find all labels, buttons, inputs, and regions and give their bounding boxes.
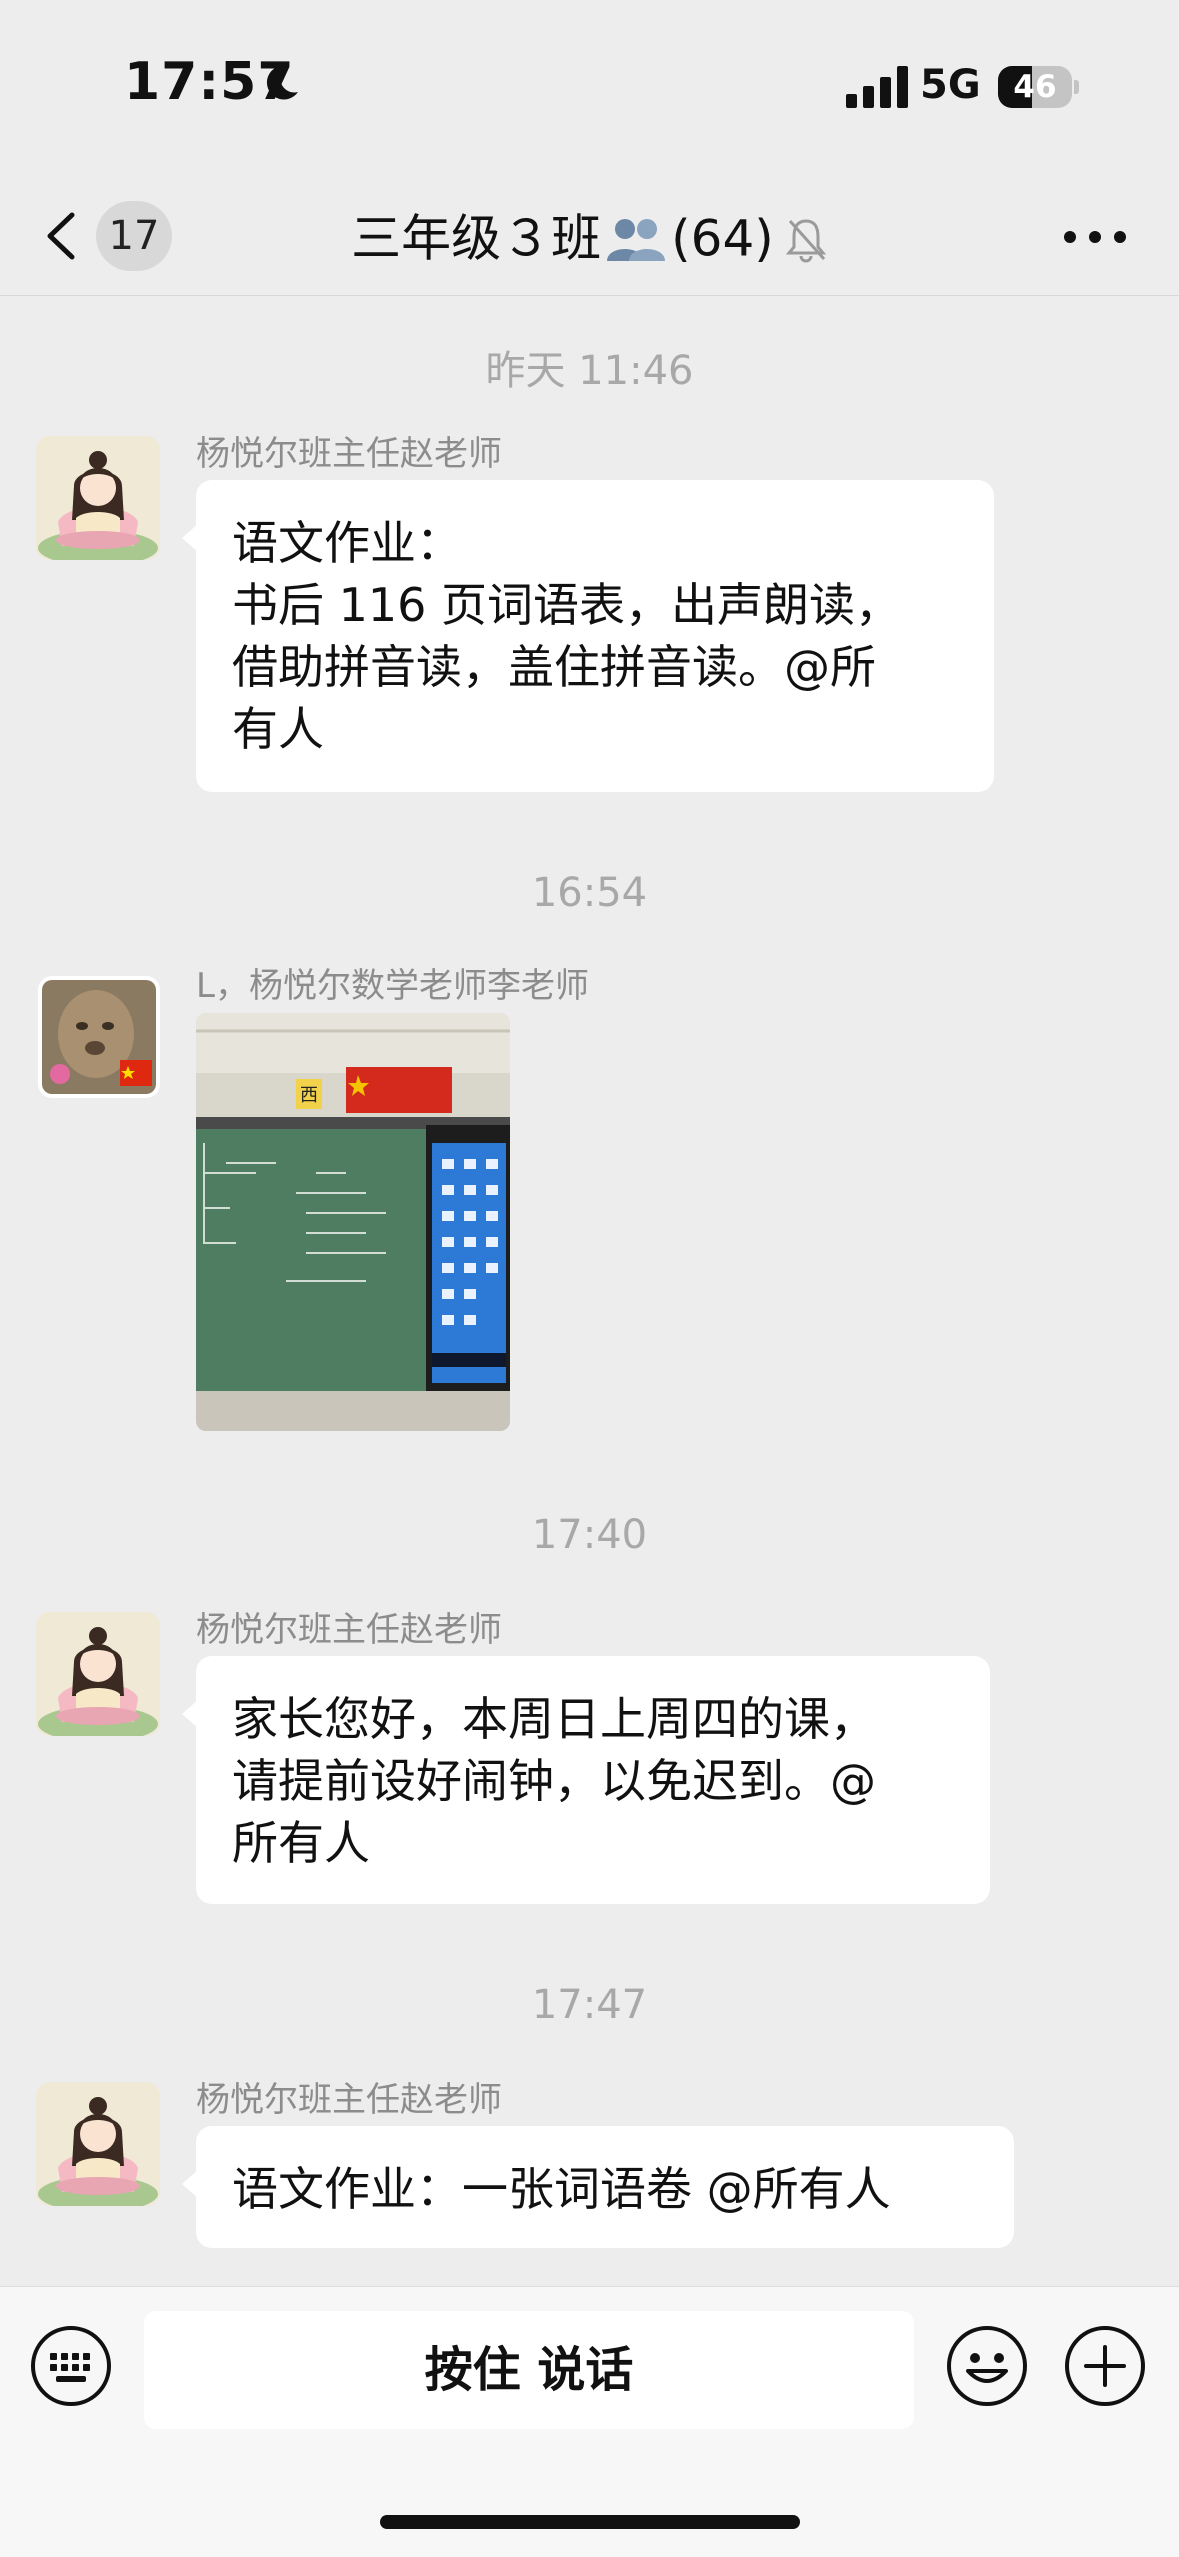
- message-line: 语文作业：: [232, 516, 462, 570]
- hold-to-talk-button[interactable]: 按住 说话: [144, 2311, 914, 2429]
- message-line: 书后 116 页词语表，出声朗读，: [232, 578, 902, 632]
- message-timestamp: 17:47: [531, 1982, 648, 2028]
- avatar[interactable]: [38, 976, 160, 1098]
- network-type: 5G: [920, 62, 981, 108]
- message-list[interactable]: 昨天 11:46 杨悦尔班主任赵老师 语文作业： 书后 116 页词语表，出声朗…: [0, 296, 1179, 2286]
- message-bubble[interactable]: 语文作业：一张词语卷 @所有人: [182, 2126, 1014, 2248]
- message-bubble[interactable]: 语文作业： 书后 116 页词语表，出声朗读， 借助拼音读，盖住拼音读。@所 有…: [182, 480, 994, 792]
- member-count: (64): [671, 209, 774, 268]
- avatar[interactable]: [36, 2082, 160, 2206]
- back-chevron-icon: [47, 212, 75, 260]
- image-sign-text: 西: [300, 1085, 318, 1106]
- avatar[interactable]: [36, 1612, 160, 1736]
- more-icon[interactable]: [1060, 217, 1130, 257]
- input-bar: 按住 说话: [0, 2286, 1179, 2557]
- avatar[interactable]: [36, 436, 160, 560]
- home-indicator[interactable]: [380, 2515, 800, 2529]
- back-button[interactable]: 17: [40, 197, 180, 273]
- message-line: 家长您好，本周日上周四的课，: [232, 1692, 876, 1746]
- message-bubble[interactable]: 家长您好，本周日上周四的课， 请提前设好闹钟，以免迟到。@ 所有人: [182, 1656, 990, 1904]
- keyboard-icon[interactable]: [30, 2325, 112, 2407]
- battery-level: 46: [1013, 69, 1057, 105]
- message-line: 请提前设好闹钟，以免迟到。@: [232, 1754, 876, 1808]
- battery-icon: 46: [998, 66, 1079, 108]
- signal-icon: [846, 66, 908, 108]
- sender-name: 杨悦尔班主任赵老师: [196, 434, 502, 474]
- message-timestamp: 昨天 11:46: [485, 348, 694, 394]
- unread-count-badge: 17: [96, 201, 172, 271]
- mute-bell-icon: [785, 218, 827, 262]
- message-image[interactable]: 西: [196, 1013, 510, 1431]
- message-line: 语文作业：一张词语卷 @所有人: [232, 2162, 891, 2216]
- group-icon: [607, 218, 666, 261]
- message-line: 所有人: [232, 1816, 370, 1870]
- status-bar: 17:57 5G 46: [0, 0, 1179, 175]
- message-line: 借助拼音读，盖住拼音读。@所: [232, 640, 876, 694]
- chat-header: 三年级３班 (64) 17: [0, 175, 1179, 296]
- message-timestamp: 16:54: [531, 870, 648, 916]
- sender-name: 杨悦尔班主任赵老师: [196, 1610, 502, 1650]
- message-timestamp: 17:40: [531, 1512, 648, 1558]
- group-name: 三年级３班: [351, 209, 602, 268]
- emoji-icon[interactable]: [946, 2325, 1028, 2407]
- sender-name: L，杨悦尔数学老师李老师: [196, 966, 589, 1006]
- plus-icon[interactable]: [1064, 2325, 1146, 2407]
- sender-name: 杨悦尔班主任赵老师: [196, 2080, 502, 2120]
- message-line: 有人: [232, 702, 324, 756]
- moon-icon: [266, 65, 298, 100]
